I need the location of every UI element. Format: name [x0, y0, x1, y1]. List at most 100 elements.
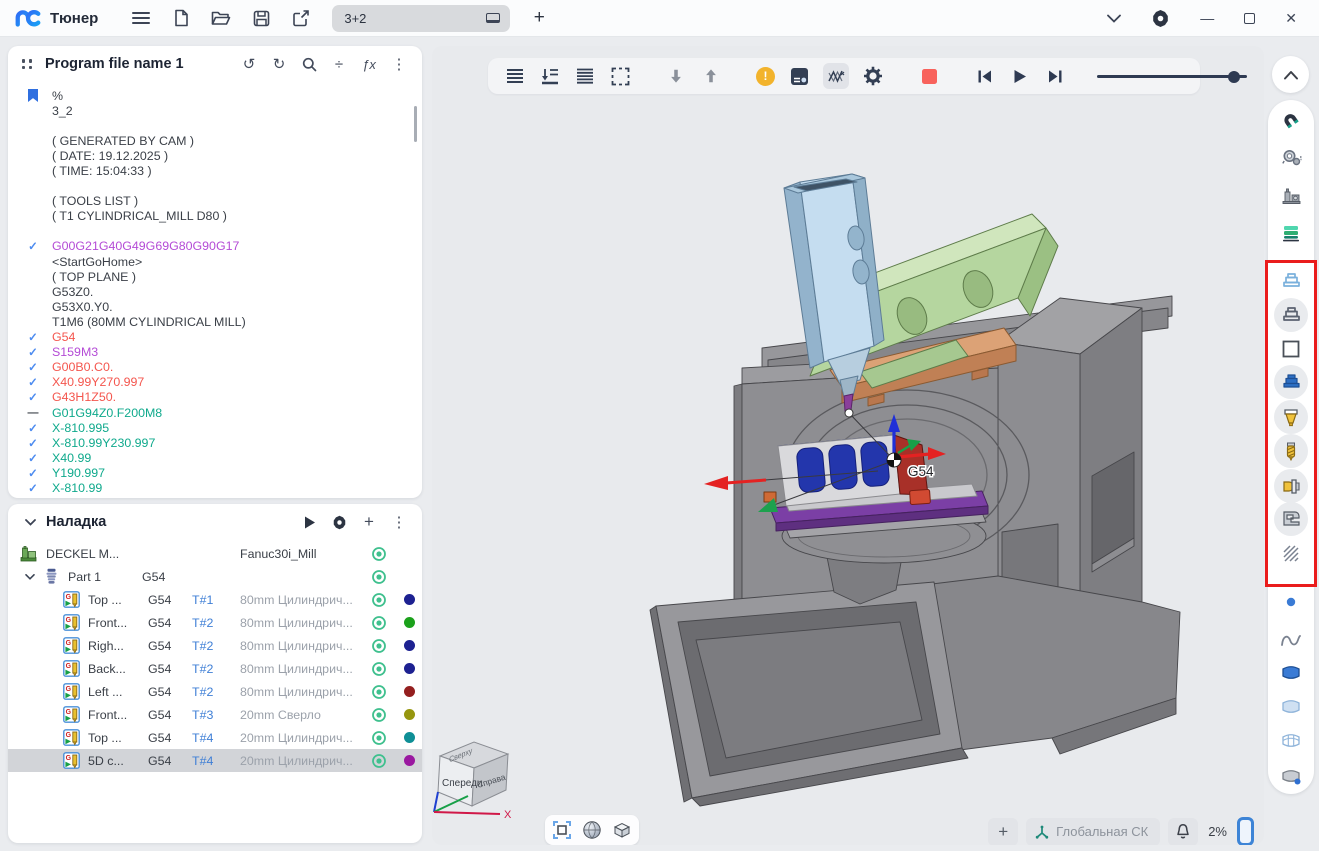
gcode-line[interactable]: G53X0.Y0. — [20, 299, 422, 314]
gcode-line[interactable]: % — [20, 88, 422, 103]
toolpath-display-toggle[interactable] — [823, 63, 849, 89]
operation-target-icon[interactable] — [362, 638, 396, 654]
simulation-progress-slider[interactable] — [1097, 65, 1247, 87]
holder-visibility-button[interactable] — [1274, 400, 1308, 434]
gcode-line[interactable]: ✓X-810.99Y230.997 — [20, 435, 422, 450]
operation-row[interactable]: GFront...G54T#280mm Цилиндрич... — [8, 611, 422, 634]
operation-target-icon[interactable] — [362, 707, 396, 723]
operation-row[interactable]: GTop ...G54T#180mm Цилиндрич... — [8, 588, 422, 611]
gcode-line[interactable]: ( TIME: 15:04:33 ) — [20, 163, 422, 178]
machine-config-button[interactable] — [1274, 179, 1308, 213]
operation-row[interactable]: GTop ...G54T#420mm Цилиндрич... — [8, 726, 422, 749]
operation-row[interactable]: GFront...G54T#320mm Сверло — [8, 703, 422, 726]
operation-target-icon[interactable] — [362, 730, 396, 746]
titlebar-chevron-down[interactable] — [1107, 14, 1121, 23]
run-simulation-button[interactable] — [296, 510, 322, 534]
operation-row[interactable]: GLeft ...G54T#280mm Цилиндрич... — [8, 680, 422, 703]
setup-settings-button[interactable] — [326, 510, 352, 534]
gcode-line[interactable] — [20, 118, 422, 133]
all-lines-button[interactable] — [574, 65, 596, 87]
undo-button[interactable]: ↺ — [236, 52, 262, 76]
frame-selection-button[interactable] — [609, 65, 631, 87]
export-button[interactable] — [286, 4, 316, 32]
program-scrollbar[interactable] — [414, 106, 417, 142]
surface-shaded-button[interactable] — [1274, 655, 1308, 689]
operation-target-icon[interactable] — [362, 684, 396, 700]
stock-layers-button[interactable] — [1274, 216, 1308, 250]
machine-visibility-button[interactable] — [1274, 502, 1308, 536]
gcode-line[interactable]: ✓X40.99Y270.997 — [20, 375, 422, 390]
program-panel-menu-button[interactable]: ⋮ — [386, 52, 412, 76]
gcode-line[interactable]: ✓X40.99 — [20, 450, 422, 465]
new-file-button[interactable] — [166, 4, 196, 32]
main-menu-button[interactable] — [126, 4, 156, 32]
minimize-button[interactable]: — — [1200, 10, 1214, 26]
gcode-line[interactable]: <StartGoHome> — [20, 254, 422, 269]
play-button[interactable] — [1009, 65, 1031, 87]
close-button[interactable]: ✕ — [1285, 10, 1297, 27]
gcode-line[interactable]: 3_2 — [20, 103, 422, 118]
part-target-icon[interactable] — [362, 569, 396, 585]
gcode-line[interactable]: T1M6 (80MM CYLINDRICAL MILL) — [20, 314, 422, 329]
gcode-line[interactable]: ( T1 CYLINDRICAL_MILL D80 ) — [20, 209, 422, 224]
surface-point-button[interactable] — [1274, 759, 1308, 793]
save-button[interactable] — [246, 4, 276, 32]
slider-knob[interactable] — [1228, 71, 1240, 83]
stop-button[interactable] — [918, 65, 940, 87]
new-tab-button[interactable]: + — [524, 4, 554, 32]
gcode-line[interactable]: —G01G94Z0.F200M8 — [20, 405, 422, 420]
select-box-button[interactable] — [551, 819, 573, 841]
formula-button[interactable]: ƒx — [356, 52, 382, 76]
operation-target-icon[interactable] — [362, 615, 396, 631]
step-down-button[interactable] — [665, 65, 687, 87]
skip-to-start-button[interactable] — [974, 65, 996, 87]
stock-box-visibility-button[interactable] — [1274, 332, 1308, 366]
goto-line-button[interactable] — [539, 65, 561, 87]
view-cube[interactable]: Спереди Справа Сверху X — [432, 726, 524, 822]
step-up-button[interactable] — [700, 65, 722, 87]
operation-target-icon[interactable] — [362, 661, 396, 677]
part-collapse-chevron[interactable] — [22, 574, 38, 580]
part-row[interactable]: Part 1 G54 — [8, 565, 422, 588]
machine-row[interactable]: DECKEL M... Fanuc30i_Mill — [8, 542, 422, 565]
drag-handle-icon[interactable] — [22, 59, 33, 68]
gcode-line[interactable]: ✓G43H1Z50. — [20, 390, 422, 405]
surface-wireframe-button[interactable] — [1274, 723, 1308, 757]
report-panel-button[interactable] — [788, 65, 810, 87]
notifications-button[interactable] — [1168, 818, 1198, 846]
machine-3d-scene[interactable]: G54 — [432, 46, 1264, 845]
open-file-button[interactable] — [206, 4, 236, 32]
redo-button[interactable]: ↻ — [266, 52, 292, 76]
add-operation-button[interactable]: + — [356, 510, 382, 534]
operation-row[interactable]: G5D c...G54T#420mm Цилиндрич... — [8, 749, 422, 772]
gcode-line[interactable]: ✓X-810.99 — [20, 480, 422, 495]
gcode-line[interactable]: ✓G54 — [20, 330, 422, 345]
orbit-sphere-button[interactable] — [581, 819, 603, 841]
setup-collapse-chevron[interactable] — [22, 519, 38, 526]
rail-collapse-button[interactable] — [1272, 56, 1309, 93]
divide-step-button[interactable]: ÷ — [326, 52, 352, 76]
document-tab[interactable]: 3+2 — [332, 5, 510, 32]
search-button[interactable] — [296, 52, 322, 76]
magnet-snap-button[interactable] — [1274, 104, 1308, 138]
toolpath-curve-button[interactable] — [1274, 623, 1308, 657]
gcode-line[interactable]: ( TOP PLANE ) — [20, 269, 422, 284]
hatch-section-button[interactable] — [1274, 536, 1308, 570]
gcode-line[interactable]: G53Z0. — [20, 284, 422, 299]
gcode-line[interactable]: ✓G00B0.C0. — [20, 360, 422, 375]
simulation-settings-button[interactable] — [862, 65, 884, 87]
gcode-line[interactable]: ✓S159M3 — [20, 345, 422, 360]
gcode-line[interactable] — [20, 224, 422, 239]
warnings-button[interactable]: ! — [756, 67, 775, 86]
operation-target-icon[interactable] — [362, 753, 396, 769]
gcode-line[interactable]: ( DATE: 19.12.2025 ) — [20, 148, 422, 163]
gcode-line[interactable]: ✓G00G21G40G49G69G80G90G17 — [20, 239, 422, 254]
skip-to-end-button[interactable] — [1044, 65, 1066, 87]
operation-row[interactable]: GRigh...G54T#280mm Цилиндрич... — [8, 634, 422, 657]
fixture-visibility-button[interactable] — [1274, 469, 1308, 503]
coordinate-system-button[interactable]: Глобальная СК — [1026, 818, 1160, 846]
settings-button[interactable] — [1151, 9, 1170, 28]
machine-target-icon[interactable] — [362, 546, 396, 562]
gcode-line[interactable]: ( GENERATED BY CAM ) — [20, 133, 422, 148]
isometric-box-button[interactable] — [611, 819, 633, 841]
